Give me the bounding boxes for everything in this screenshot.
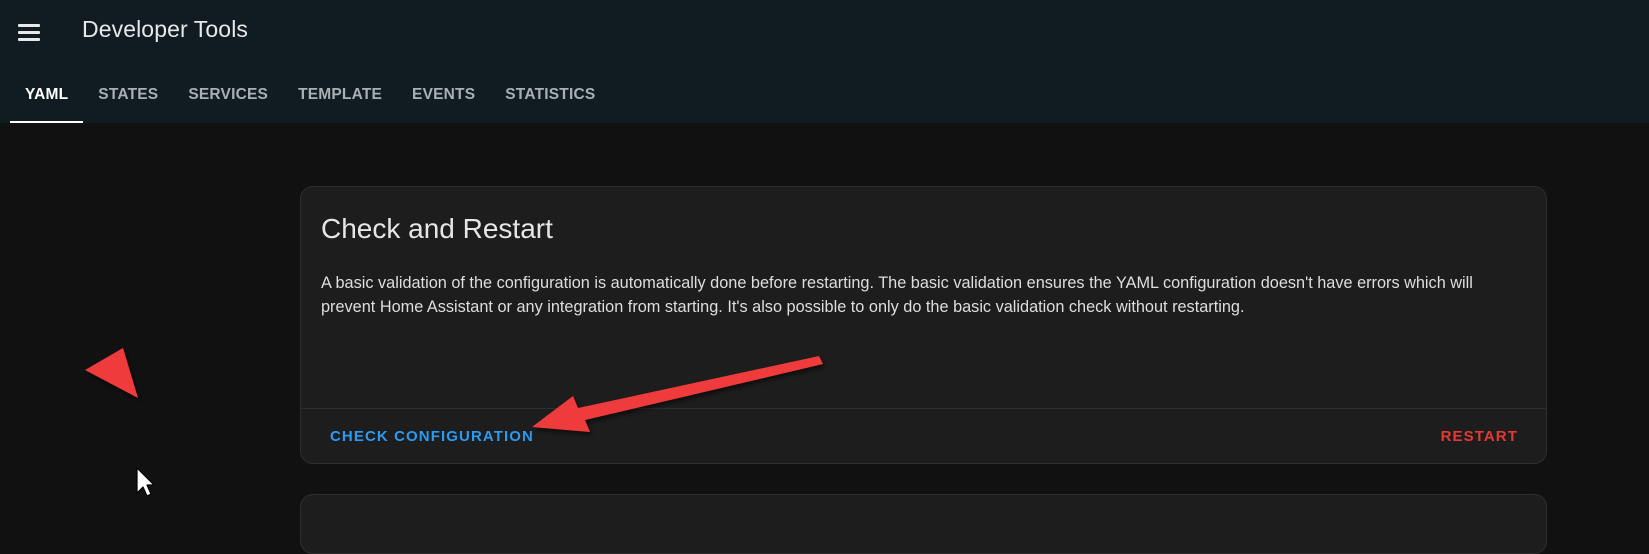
card-title: Check and Restart xyxy=(321,213,553,244)
next-card xyxy=(300,494,1547,554)
check-configuration-button[interactable]: CHECK CONFIGURATION xyxy=(330,428,534,445)
check-and-restart-card: Check and Restart A basic validation of … xyxy=(300,186,1547,464)
tab-yaml[interactable]: YAML xyxy=(10,74,84,123)
page-title: Developer Tools xyxy=(82,16,249,42)
red-triangle-marker xyxy=(85,348,138,398)
restart-button[interactable]: RESTART xyxy=(1441,428,1518,445)
tab-bar: YAML STATES SERVICES TEMPLATE EVENTS STA… xyxy=(10,74,610,123)
tab-statistics[interactable]: STATISTICS xyxy=(490,74,610,123)
card-description: A basic validation of the configuration … xyxy=(321,274,1473,316)
top-app-bar: Developer Tools YAML STATES SERVICES TEM… xyxy=(0,0,1649,123)
mouse-pointer-icon xyxy=(136,467,155,497)
hamburger-menu-icon[interactable] xyxy=(16,22,42,44)
tab-events[interactable]: EVENTS xyxy=(397,74,490,123)
tab-template[interactable]: TEMPLATE xyxy=(283,74,397,123)
tab-states[interactable]: STATES xyxy=(83,74,173,123)
card-actions: CHECK CONFIGURATION RESTART xyxy=(301,408,1546,465)
tab-services[interactable]: SERVICES xyxy=(173,74,283,123)
